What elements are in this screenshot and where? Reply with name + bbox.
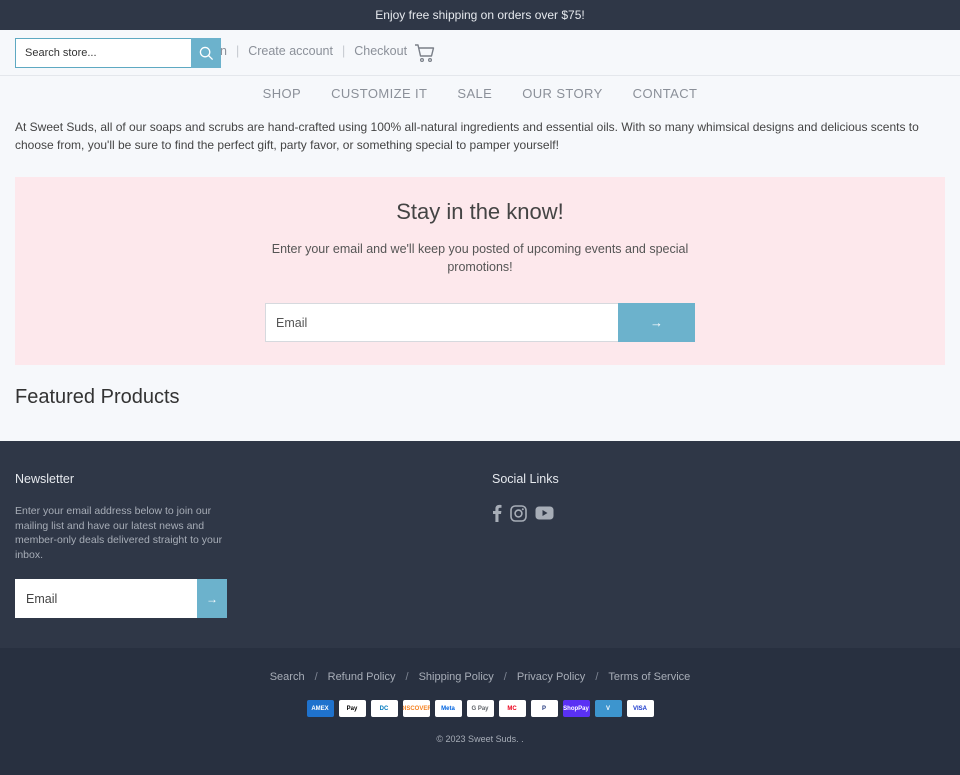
footer-email-input[interactable] (15, 579, 197, 618)
footer-newsletter-title: Newsletter (15, 472, 75, 486)
visa-icon: VISA (626, 700, 654, 717)
search-icon (199, 46, 213, 60)
nav-item-customize-it[interactable]: CUSTOMIZE IT (331, 86, 427, 108)
facebook-icon[interactable] (492, 504, 502, 522)
shop-pay-icon: ShopPay (562, 700, 590, 717)
youtube-icon[interactable] (535, 506, 554, 520)
login-link[interactable]: n (220, 44, 227, 58)
apple-pay-icon: Pay (338, 700, 366, 717)
link-separator: | (235, 44, 240, 58)
main-nav: SHOP CUSTOMIZE IT SALE OUR STORY CONTACT (0, 86, 960, 108)
social-links (492, 504, 554, 522)
footer-newsletter-text: Enter your email address below to join o… (15, 505, 223, 561)
newsletter-section: Stay in the know! Enter your email and w… (15, 177, 945, 365)
venmo-icon: V (594, 700, 622, 717)
amex-icon: AMEX (306, 700, 334, 717)
link-separator: / (595, 671, 599, 683)
footer-link-refund-policy[interactable]: Refund Policy (328, 671, 396, 683)
newsletter-submit-button[interactable]: → (618, 303, 695, 342)
mastercard-icon: MC (498, 700, 526, 717)
nav-item-sale[interactable]: SALE (457, 86, 492, 108)
copyright: © 2023 Sweet Suds. . (436, 734, 524, 744)
newsletter-email-input[interactable] (265, 303, 618, 342)
discover-icon: DISCOVER (402, 700, 430, 717)
newsletter-title: Stay in the know! (396, 199, 564, 224)
link-separator: / (503, 671, 507, 683)
nav-item-our-story[interactable]: OUR STORY (522, 86, 602, 108)
intro-text: At Sweet Suds, all of our soaps and scru… (15, 120, 919, 152)
newsletter-description: Enter your email and we'll keep you post… (271, 242, 689, 274)
policy-links: Search / Refund Policy / Shipping Policy… (0, 671, 960, 683)
footer-link-shipping-policy[interactable]: Shipping Policy (419, 671, 494, 683)
payment-icons: AMEX Pay DC DISCOVER Meta G Pay MC P Sho… (0, 700, 960, 717)
link-separator: / (405, 671, 409, 683)
nav-item-contact[interactable]: CONTACT (633, 86, 698, 108)
google-pay-icon: G Pay (466, 700, 494, 717)
footer-submit-button[interactable]: → (197, 579, 227, 618)
link-separator: | (341, 44, 346, 58)
create-account-link[interactable]: Create account (248, 44, 333, 58)
footer-newsletter-form: → (15, 579, 227, 618)
social-links-title: Social Links (492, 472, 559, 486)
footer-link-privacy-policy[interactable]: Privacy Policy (517, 671, 585, 683)
link-separator: / (314, 671, 318, 683)
footer-link-search[interactable]: Search (270, 671, 305, 683)
meta-pay-icon: Meta (434, 700, 462, 717)
checkout-link[interactable]: Checkout (354, 44, 407, 58)
footer: Newsletter Enter your email address belo… (0, 441, 960, 648)
instagram-icon[interactable] (510, 504, 527, 522)
footer-link-terms-of-service[interactable]: Terms of Service (608, 671, 690, 683)
announcement-text: Enjoy free shipping on orders over $75! (375, 8, 585, 22)
header: n | Create account | Checkout (0, 30, 960, 76)
search-input[interactable] (15, 38, 191, 68)
paypal-icon: P (530, 700, 558, 717)
newsletter-form: → (265, 303, 695, 342)
search-form (15, 38, 221, 68)
search-button[interactable] (191, 38, 221, 68)
featured-products-title: Featured Products (15, 386, 180, 408)
diners-club-icon: DC (370, 700, 398, 717)
announcement-bar: Enjoy free shipping on orders over $75! (0, 0, 960, 30)
cart-icon[interactable] (414, 43, 436, 63)
nav-item-shop[interactable]: SHOP (263, 86, 301, 108)
bottom-bar: Search / Refund Policy / Shipping Policy… (0, 648, 960, 775)
account-links: n | Create account | Checkout (220, 44, 407, 58)
